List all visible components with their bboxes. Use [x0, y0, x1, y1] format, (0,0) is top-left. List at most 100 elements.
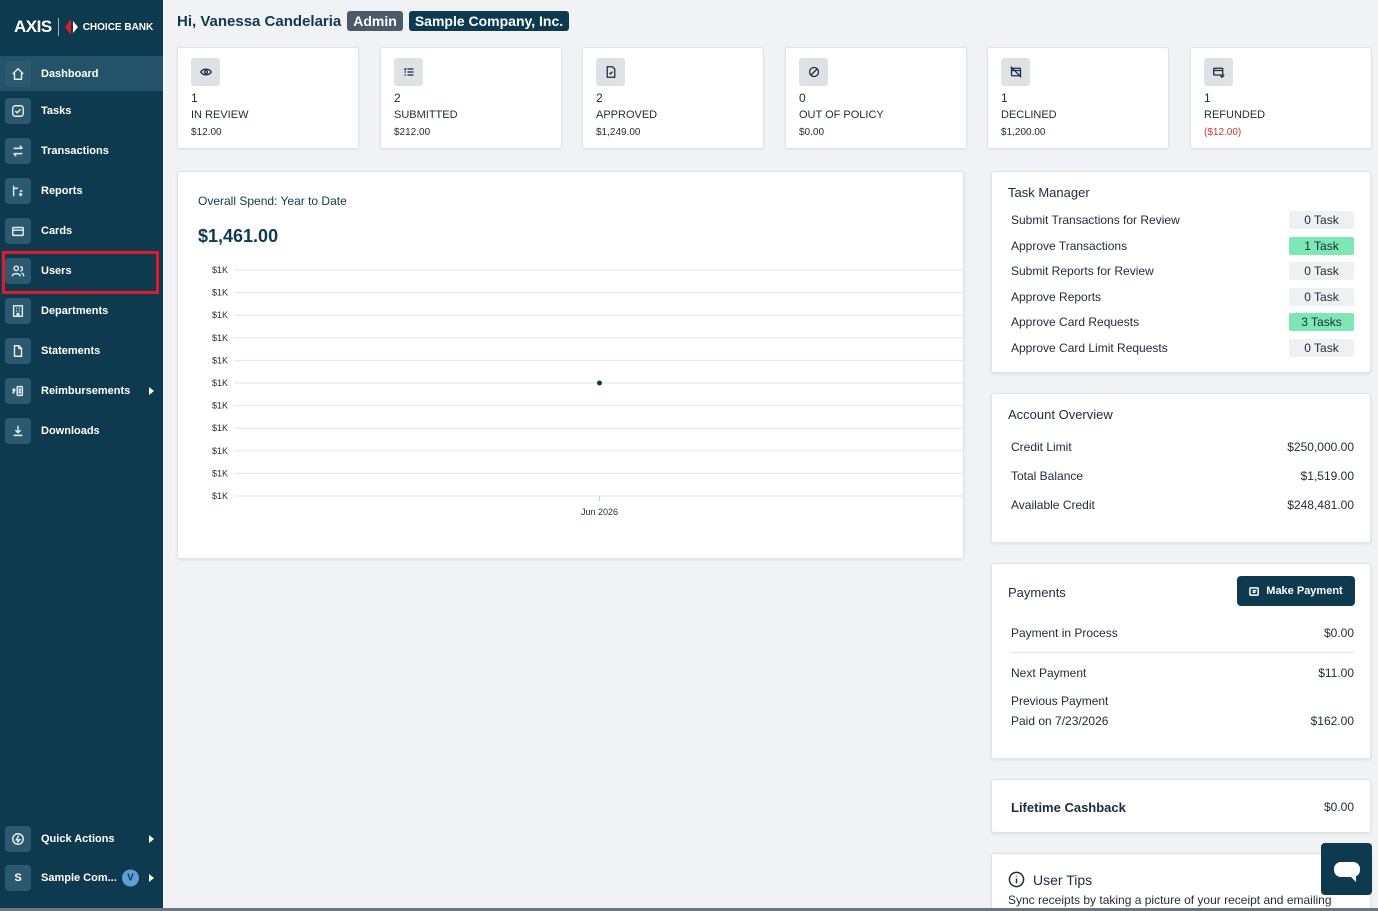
- row-value: $11.00: [1318, 666, 1354, 680]
- sidebar-item-label: Users: [41, 265, 72, 277]
- sidebar-item-cards[interactable]: Cards: [0, 211, 163, 251]
- y-tick-label: $1K: [212, 468, 228, 478]
- task-row[interactable]: Submit Transactions for Review 0 Task: [1011, 210, 1354, 230]
- stat-card-refunded[interactable]: 1 REFUNDED ($12.00): [1190, 47, 1372, 149]
- card-off-icon: [1001, 58, 1030, 86]
- stat-count: 2: [394, 91, 401, 105]
- stat-amount: $1,249.00: [596, 127, 641, 138]
- task-row[interactable]: Approve Transactions 1 Task: [1011, 236, 1354, 256]
- cashback-value: $0.00: [1323, 800, 1354, 814]
- user-tips-title: User Tips: [1033, 871, 1093, 888]
- row-label: Previous Payment: [1011, 694, 1109, 708]
- task-label: Approve Card Limit Requests: [1011, 341, 1168, 355]
- page-header: Hi, Vanessa Candelaria Admin Sample Comp…: [177, 11, 570, 31]
- task-count-badge: 1 Task: [1289, 237, 1354, 255]
- sidebar-item-transactions[interactable]: Transactions: [0, 131, 163, 171]
- stat-label: SUBMITTED: [394, 109, 458, 121]
- user-tips-card: User Tips Sync receipts by taking a pict…: [991, 853, 1371, 911]
- make-payment-button[interactable]: Make Payment: [1237, 576, 1355, 606]
- quick-actions-menu[interactable]: Quick Actions: [0, 819, 163, 858]
- row-label: Paid on 7/23/2026: [1011, 714, 1109, 728]
- bolt-icon: [5, 825, 31, 852]
- choice-bank-logo: CHOICE BANK: [64, 19, 153, 35]
- chart-data-point[interactable]: [597, 380, 602, 386]
- user-avatar[interactable]: V: [122, 869, 139, 886]
- stat-card-approved[interactable]: 2 APPROVED $1,249.00: [582, 47, 764, 149]
- y-tick-label: $1K: [212, 491, 228, 501]
- payments-card: Payments Make Payment Payment in Process…: [991, 563, 1371, 759]
- stat-label: REFUNDED: [1204, 109, 1266, 121]
- file-check-icon: [596, 58, 625, 86]
- info-icon: [1008, 871, 1025, 888]
- report-icon: [5, 178, 31, 204]
- stat-count: 0: [799, 91, 806, 105]
- sidebar-item-statements[interactable]: Statements: [0, 331, 163, 371]
- task-row[interactable]: Approve Card Requests 3 Tasks: [1011, 312, 1354, 332]
- x-tick-label: Jun 2026: [581, 507, 618, 517]
- chat-button[interactable]: [1321, 843, 1372, 895]
- y-tick-label: $1K: [212, 401, 228, 411]
- sidebar-item-label: Transactions: [41, 145, 109, 157]
- cashback-row: Lifetime Cashback $0.00: [1011, 800, 1354, 815]
- row-value: $1,519.00: [1300, 469, 1354, 483]
- task-count-badge: 0 Task: [1289, 339, 1354, 357]
- sidebar-item-tasks[interactable]: Tasks: [0, 91, 163, 131]
- sidebar-item-departments[interactable]: Departments: [0, 291, 163, 331]
- sidebar-item-downloads[interactable]: Downloads: [0, 411, 163, 451]
- greeting: Hi, Vanessa Candelaria: [177, 12, 342, 30]
- sidebar-item-dashboard[interactable]: Dashboard: [0, 56, 163, 91]
- sidebar-item-label: Departments: [41, 305, 109, 317]
- cashback-label: Lifetime Cashback: [1011, 800, 1126, 815]
- row-value: $248,481.00: [1287, 498, 1354, 512]
- y-tick-label: $1K: [212, 355, 228, 365]
- users-icon: [5, 258, 31, 284]
- task-manager-title: Task Manager: [1008, 185, 1090, 200]
- task-count-badge: 0 Task: [1289, 211, 1354, 229]
- sidebar-item-label: Cards: [41, 225, 73, 237]
- stat-amount: $12.00: [191, 127, 222, 138]
- user-tips-header: User Tips: [1008, 871, 1092, 888]
- y-tick-label: $1K: [212, 288, 228, 298]
- money-icon: [5, 378, 31, 404]
- card-icon: [5, 218, 31, 244]
- y-tick-label: $1K: [212, 265, 228, 275]
- y-tick-label: $1K: [212, 378, 228, 388]
- stat-label: IN REVIEW: [191, 109, 249, 121]
- row-label: Total Balance: [1011, 469, 1084, 483]
- company-name-label: Sample Com...: [41, 871, 117, 884]
- task-count-badge: 3 Tasks: [1289, 313, 1354, 331]
- row-label: Payment in Process: [1011, 626, 1118, 640]
- stat-amount: $0.00: [799, 127, 825, 138]
- sidebar-item-label: Downloads: [41, 425, 100, 437]
- task-row[interactable]: Submit Reports for Review 0 Task: [1011, 261, 1354, 281]
- stat-count: 1: [1204, 91, 1211, 105]
- sidebar-item-label: Reimbursements: [41, 385, 131, 397]
- make-payment-label: Make Payment: [1266, 585, 1343, 597]
- stat-card-declined[interactable]: 1 DECLINED $1,200.00: [987, 47, 1169, 149]
- sidebar-item-users[interactable]: Users: [0, 251, 163, 291]
- building-icon: [5, 298, 31, 324]
- task-row[interactable]: Approve Reports 0 Task: [1011, 287, 1354, 307]
- sidebar-item-reimbursements[interactable]: Reimbursements: [0, 371, 163, 411]
- stat-card-in-review[interactable]: 1 IN REVIEW $12.00: [177, 47, 359, 149]
- previous-payment-row: Previous Payment: [1011, 694, 1354, 708]
- task-row[interactable]: Approve Card Limit Requests 0 Task: [1011, 338, 1354, 358]
- stat-label: DECLINED: [1001, 109, 1057, 121]
- previous-payment-date-row: Paid on 7/23/2026 $162.00: [1011, 714, 1354, 728]
- cashback-card: Lifetime Cashback $0.00: [991, 779, 1371, 833]
- sidebar-item-label: Tasks: [41, 105, 72, 117]
- stat-card-submitted[interactable]: 2 SUBMITTED $212.00: [380, 47, 562, 149]
- company-switcher[interactable]: S Sample Com... V: [0, 858, 163, 897]
- payments-title: Payments: [1008, 585, 1066, 600]
- home-icon: [5, 60, 31, 87]
- row-label: Credit Limit: [1011, 440, 1072, 454]
- chevron-right-icon: [149, 387, 154, 395]
- stat-count: 1: [1001, 91, 1008, 105]
- y-tick-label: $1K: [212, 446, 228, 456]
- chevron-right-icon: [149, 873, 154, 882]
- sidebar-item-reports[interactable]: Reports: [0, 171, 163, 211]
- role-badge: Admin: [347, 11, 403, 31]
- arrows-swap-icon: [5, 138, 31, 164]
- stat-card-out-of-policy[interactable]: 0 OUT OF POLICY $0.00: [785, 47, 967, 149]
- task-label: Submit Reports for Review: [1011, 264, 1154, 278]
